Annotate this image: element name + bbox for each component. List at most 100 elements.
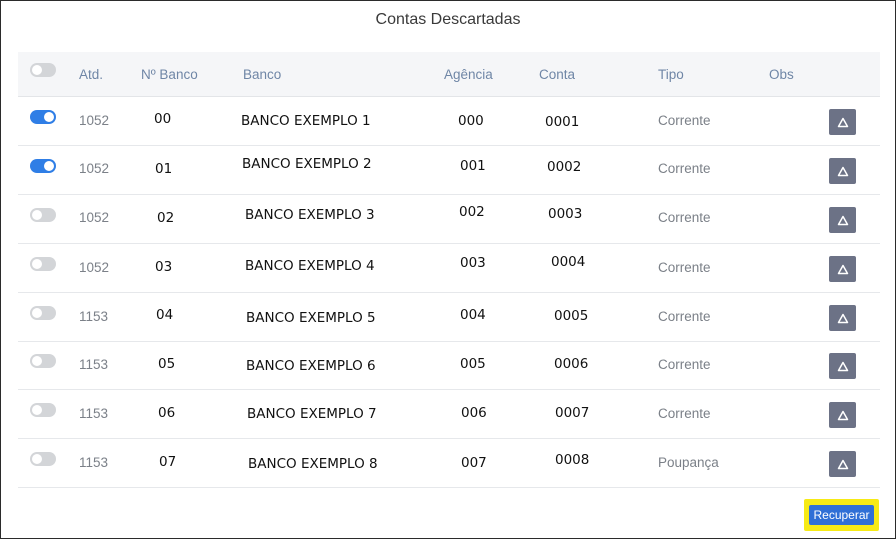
recuperar-button[interactable]: Recuperar [809, 505, 874, 525]
select-all-toggle[interactable] [30, 63, 56, 77]
triangle-warning-icon [837, 117, 848, 127]
cell-nbanco: 07 [159, 454, 177, 470]
obs-button[interactable] [829, 451, 856, 477]
triangle-warning-icon [837, 166, 848, 176]
row-select-toggle[interactable] [30, 403, 56, 417]
cell-atd: 1153 [79, 309, 109, 324]
cell-agencia: 006 [461, 405, 487, 421]
cell-tipo: Corrente [658, 161, 711, 176]
cell-nbanco: 02 [157, 210, 175, 226]
table-row: 1153 07 BANCO EXEMPLO 8 007 0008 Poupança [18, 439, 880, 488]
row-select-toggle[interactable] [30, 208, 56, 222]
page-title: Contas Descartadas [375, 11, 521, 28]
triangle-warning-icon [837, 459, 848, 469]
toggle-knob [32, 65, 42, 75]
row-select-toggle[interactable] [30, 354, 56, 368]
cell-agencia: 004 [460, 307, 486, 323]
row-select-toggle[interactable] [30, 452, 56, 466]
cell-agencia: 000 [458, 113, 484, 129]
cell-conta: 0003 [548, 206, 583, 222]
toggle-knob [32, 454, 42, 464]
toggle-knob [32, 405, 42, 415]
cell-banco: BANCO EXEMPLO 7 [247, 406, 377, 422]
table-header: Atd. Nº Banco Banco Agência Conta Tipo O… [18, 52, 880, 97]
cell-conta: 0007 [555, 405, 590, 421]
row-select-toggle[interactable] [30, 306, 56, 320]
cell-conta: 0006 [554, 356, 589, 372]
triangle-warning-icon [837, 410, 848, 420]
col-header-obs[interactable]: Obs [769, 67, 794, 82]
obs-button[interactable] [829, 256, 856, 282]
cell-atd: 1052 [79, 260, 110, 275]
cell-tipo: Poupança [658, 455, 719, 470]
cell-atd: 1052 [79, 161, 110, 176]
obs-button[interactable] [829, 109, 856, 135]
table-row: 1052 01 BANCO EXEMPLO 2 001 0002 Corrente [18, 146, 880, 195]
col-header-conta[interactable]: Conta [539, 67, 575, 82]
cell-nbanco: 05 [158, 356, 176, 372]
obs-button[interactable] [829, 207, 856, 233]
cell-conta: 0005 [554, 308, 589, 324]
cell-tipo: Corrente [658, 210, 711, 225]
cell-tipo: Corrente [658, 113, 711, 128]
cell-agencia: 002 [459, 204, 485, 220]
triangle-warning-icon [837, 313, 848, 323]
col-header-atd[interactable]: Atd. [79, 67, 103, 82]
table-row: 1052 02 BANCO EXEMPLO 3 002 0003 Corrente [18, 195, 880, 244]
cell-banco: BANCO EXEMPLO 5 [246, 310, 376, 326]
cell-conta: 0002 [547, 159, 582, 175]
col-header-agencia[interactable]: Agência [444, 67, 493, 82]
cell-agencia: 001 [460, 158, 486, 174]
cell-banco: BANCO EXEMPLO 1 [241, 113, 371, 129]
col-header-nbanco[interactable]: Nº Banco [141, 67, 198, 82]
obs-button[interactable] [829, 402, 856, 428]
toggle-knob [32, 259, 42, 269]
table-row: 1153 05 BANCO EXEMPLO 6 005 0006 Corrente [18, 341, 880, 390]
cell-atd: 1153 [79, 406, 109, 421]
col-header-banco[interactable]: Banco [243, 67, 281, 82]
cell-atd: 1052 [79, 210, 110, 225]
recuperar-highlight: Recuperar [804, 499, 879, 531]
col-header-tipo[interactable]: Tipo [658, 67, 684, 82]
cell-conta: 0008 [555, 452, 590, 468]
cell-nbanco: 03 [155, 259, 173, 275]
cell-nbanco: 00 [154, 111, 172, 127]
triangle-warning-icon [837, 215, 848, 225]
cell-conta: 0001 [545, 114, 580, 130]
cell-banco: BANCO EXEMPLO 4 [245, 258, 375, 274]
cell-tipo: Corrente [658, 357, 711, 372]
obs-button[interactable] [829, 305, 856, 331]
cell-atd: 1153 [79, 357, 109, 372]
cell-nbanco: 04 [156, 307, 174, 323]
cell-conta: 0004 [551, 254, 586, 270]
triangle-warning-icon [837, 361, 848, 371]
cell-agencia: 007 [461, 455, 487, 471]
cell-tipo: Corrente [658, 406, 711, 421]
cell-banco: BANCO EXEMPLO 8 [248, 456, 378, 472]
cell-nbanco: 01 [155, 161, 173, 177]
toggle-knob [32, 356, 42, 366]
cell-tipo: Corrente [658, 309, 711, 324]
cell-banco: BANCO EXEMPLO 3 [245, 207, 375, 223]
table-row: 1153 06 BANCO EXEMPLO 7 006 0007 Corrente [18, 390, 880, 439]
row-select-toggle[interactable] [30, 159, 56, 173]
table-row: 1153 04 BANCO EXEMPLO 5 004 0005 Corrente [18, 293, 880, 342]
cell-tipo: Corrente [658, 260, 711, 275]
toggle-knob [32, 210, 42, 220]
cell-atd: 1052 [79, 113, 110, 128]
table-row: 1052 00 BANCO EXEMPLO 1 000 0001 Corrente [18, 97, 880, 146]
obs-button[interactable] [829, 353, 856, 379]
cell-agencia: 005 [460, 356, 486, 372]
cell-agencia: 003 [460, 255, 486, 271]
toggle-knob [32, 308, 42, 318]
triangle-warning-icon [837, 264, 848, 274]
table-row: 1052 03 BANCO EXEMPLO 4 003 0004 Corrente [18, 244, 880, 293]
row-select-toggle[interactable] [30, 110, 56, 124]
cell-atd: 1153 [79, 455, 109, 470]
cell-banco: BANCO EXEMPLO 6 [246, 358, 376, 374]
obs-button[interactable] [829, 158, 856, 184]
toggle-knob [44, 112, 54, 122]
toggle-knob [44, 161, 54, 171]
row-select-toggle[interactable] [30, 257, 56, 271]
cell-banco: BANCO EXEMPLO 2 [242, 156, 372, 172]
